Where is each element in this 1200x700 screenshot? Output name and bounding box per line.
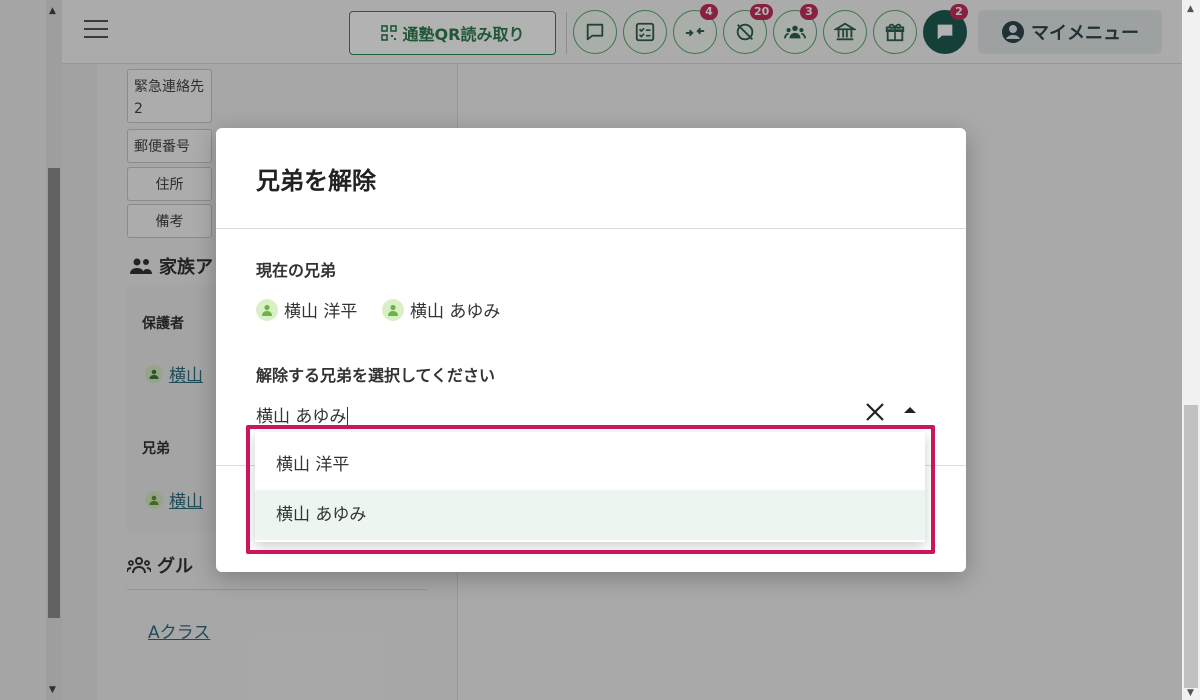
page-scrollbar[interactable]: ▲ ▼: [1182, 0, 1200, 700]
current-sibling-name: 横山 洋平: [284, 302, 358, 322]
dialog-title: 兄弟を解除: [256, 167, 376, 195]
current-sibling-chip: 横山 あゆみ: [382, 297, 500, 322]
scroll-up-arrow-icon[interactable]: ▲: [1187, 4, 1194, 14]
scroll-down-arrow-icon[interactable]: ▼: [1187, 688, 1194, 698]
sibling-select-value[interactable]: 横山 あゆみ: [256, 407, 346, 427]
current-siblings-label: 現在の兄弟: [256, 261, 337, 280]
person-icon: [256, 298, 278, 321]
current-sibling-name: 横山 あゆみ: [410, 302, 501, 322]
annotation-highlight-box: [246, 425, 935, 554]
person-icon: [382, 298, 404, 321]
dialog-header-divider: [216, 228, 966, 229]
clear-icon[interactable]: [864, 401, 886, 423]
select-sibling-label: 解除する兄弟を選択してください: [256, 366, 496, 385]
sibling-select-input[interactable]: 横山 あゆみ: [256, 402, 349, 427]
page-scrollbar-thumb[interactable]: [1184, 405, 1198, 688]
text-caret: [347, 407, 349, 427]
current-sibling-chip: 横山 洋平: [256, 297, 357, 322]
chevron-up-icon[interactable]: [904, 407, 916, 413]
